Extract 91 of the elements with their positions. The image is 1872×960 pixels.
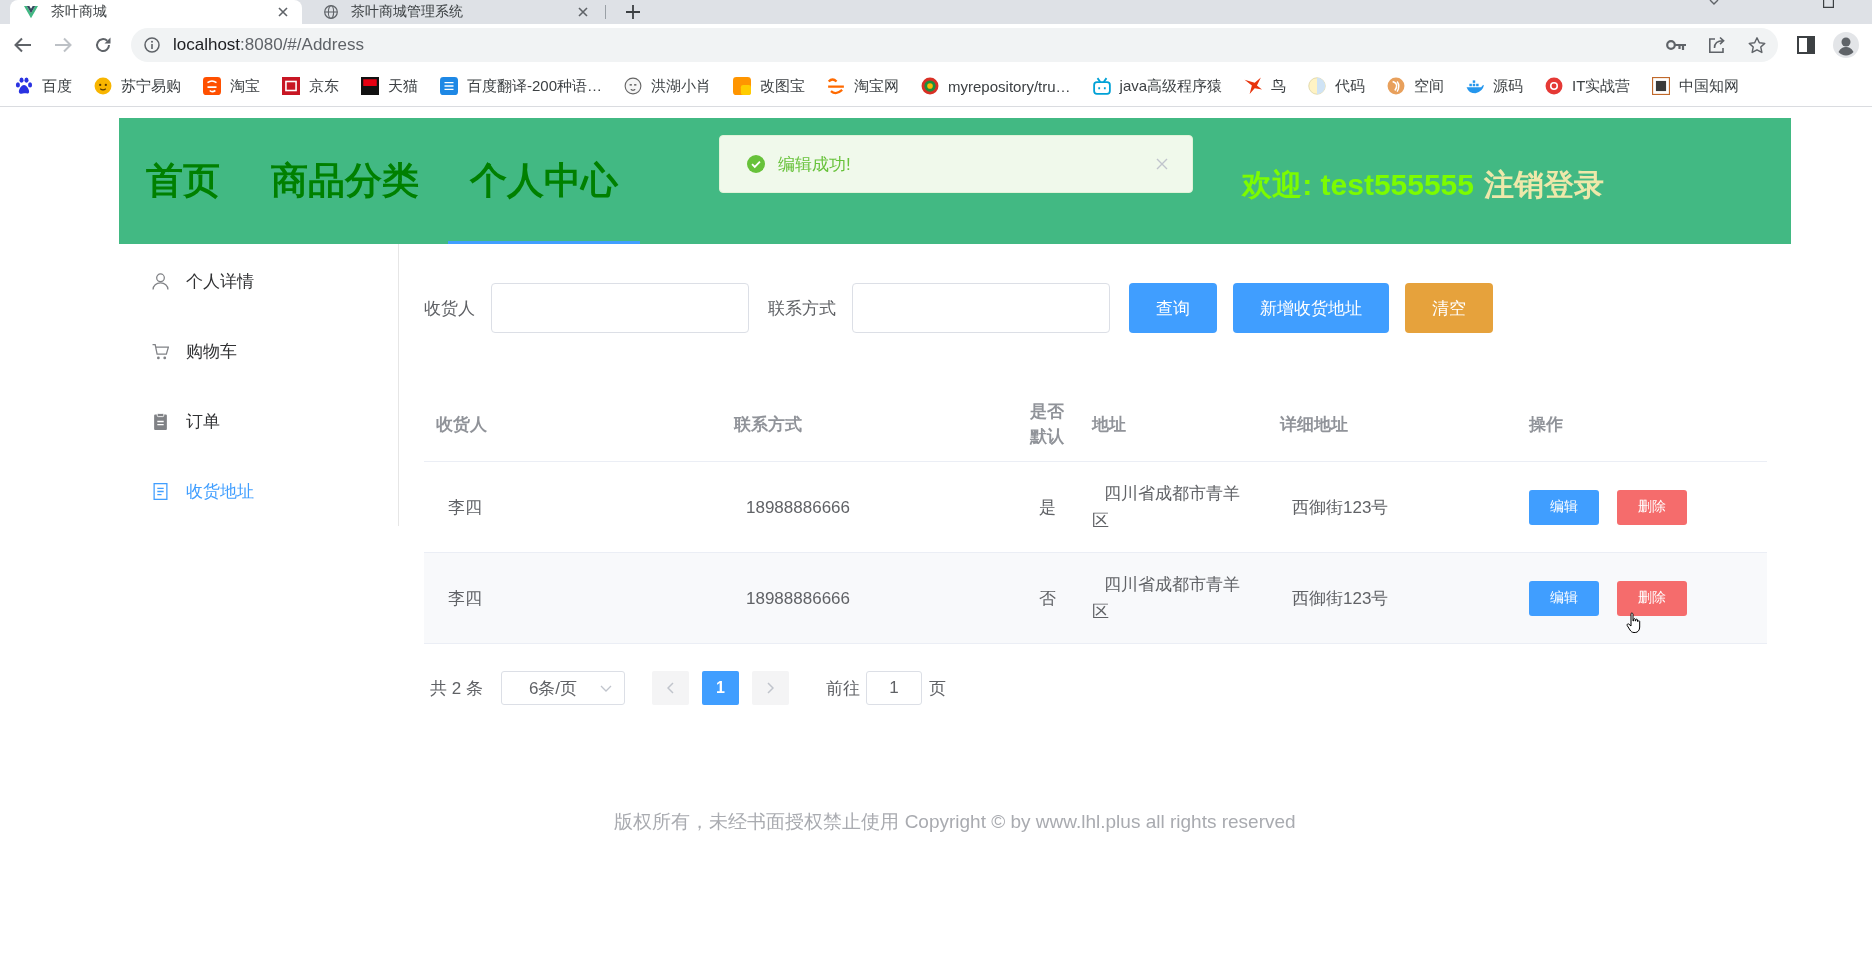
whale-icon [1466, 77, 1485, 95]
table-cell: 四川省成都市青羊区 [1080, 461, 1268, 553]
restore-icon[interactable] [1823, 0, 1834, 8]
address-bar[interactable]: localhost:8080/#/Address [131, 28, 1778, 62]
total-count: 共 2 条 [430, 677, 483, 700]
document-icon [152, 482, 169, 500]
table-cell: 西御街123号 [1268, 552, 1517, 644]
table-cell: 是 [1014, 461, 1080, 553]
column-header: 地址 [1080, 387, 1268, 462]
bookmark[interactable]: 百度 [9, 72, 78, 100]
bookmark[interactable]: 淘宝 [197, 72, 266, 100]
tv-icon [1092, 77, 1111, 95]
chevron-right-icon [766, 682, 774, 694]
close-icon[interactable] [278, 7, 288, 17]
bird-icon [1244, 77, 1263, 95]
bookmark[interactable]: java高级程序猿 [1086, 72, 1229, 100]
tile-icon [733, 77, 752, 95]
close-icon[interactable] [578, 7, 588, 17]
goto-label: 前往 [825, 677, 860, 700]
bookmark[interactable]: 百度翻译-200种语… [434, 72, 609, 100]
bookmark[interactable]: 淘宝网 [821, 72, 906, 100]
browser-tab[interactable]: 茶叶商城 [10, 0, 302, 24]
bookmark[interactable]: 洪湖小肖 [618, 72, 718, 100]
globe-icon [324, 5, 338, 19]
table-cell: 18988886666 [722, 461, 1014, 553]
face-icon [94, 77, 112, 95]
tile-icon [440, 77, 458, 95]
column-header: 收货人 [424, 387, 722, 462]
tile-icon [361, 77, 379, 95]
table-cell: 18988886666 [722, 552, 1014, 644]
bookmark[interactable]: 中国知网 [1646, 72, 1746, 100]
bookmark[interactable]: 代码 [1302, 72, 1372, 100]
check-circle-icon [747, 155, 765, 173]
concentric-circles-icon [921, 77, 940, 95]
clipboard-icon [152, 412, 169, 430]
key-icon[interactable] [1666, 39, 1686, 51]
plus-icon[interactable] [626, 5, 640, 19]
tile-icon [282, 77, 300, 95]
bookmark[interactable]: 京东 [276, 72, 345, 100]
paw-icon [15, 77, 33, 95]
column-header: 详细地址 [1268, 387, 1517, 462]
bookmark[interactable]: myrepository/tru… [915, 72, 1077, 100]
star-icon[interactable] [1748, 36, 1766, 54]
user-icon [152, 272, 169, 290]
page-input[interactable]: 1 [865, 671, 922, 705]
ring-icon [1545, 77, 1564, 95]
bookmark[interactable]: 苏宁易购 [88, 72, 187, 100]
copyright-text: 版权所有，未经书面授权禁止使用 Copyright © by www.lhl.plus all rights reserved [613, 810, 1297, 834]
squiggle-icon [827, 77, 846, 95]
column-header: 操作 [1517, 387, 1767, 462]
split-circle-icon [1308, 77, 1327, 95]
bookmark[interactable]: 源码 [1460, 72, 1530, 100]
side-panel-icon[interactable] [1797, 36, 1815, 54]
table-cell: 否 [1014, 552, 1080, 644]
table-cell: 李四 [424, 461, 722, 553]
menu-item[interactable]: 购物车 [119, 316, 398, 386]
sketch-face-icon [624, 77, 643, 95]
column-header: 联系方式 [722, 387, 1014, 462]
browser-tab[interactable]: 茶叶商城管理系统 [310, 0, 602, 24]
welcome-text: 欢迎: test555555 [1242, 166, 1474, 203]
field-label: 联系方式 [768, 297, 836, 320]
bookmark[interactable]: IT实战营 [1539, 72, 1637, 100]
info-icon[interactable] [144, 37, 160, 53]
chevron-down-icon [599, 684, 612, 692]
back-icon[interactable] [14, 36, 32, 54]
v-logo-icon [24, 5, 38, 19]
avatar-icon[interactable] [1833, 32, 1859, 58]
page-size-select[interactable]: 6条/页 [500, 671, 625, 705]
table-cell: 四川省成都市青羊区 [1080, 552, 1268, 644]
text-input[interactable] [491, 283, 749, 333]
text-input[interactable] [852, 283, 1110, 333]
chevron-left-icon [666, 682, 674, 694]
swirl-icon [1387, 77, 1406, 95]
table-cell: 李四 [424, 552, 722, 644]
field-label: 收货人 [424, 297, 475, 320]
message-text: 编辑成功! [778, 153, 851, 176]
reload-icon[interactable] [94, 36, 112, 54]
menu-item[interactable]: 个人详情 [119, 246, 398, 316]
page-suffix: 页 [928, 677, 946, 700]
menu-item[interactable]: 订单 [119, 386, 398, 456]
tile-icon [203, 77, 221, 95]
bookmark[interactable]: 改图宝 [727, 72, 812, 100]
table-cell: 西御街123号 [1268, 461, 1517, 553]
bookmark[interactable]: 空间 [1381, 72, 1451, 100]
share-icon[interactable] [1708, 36, 1726, 54]
cart-icon [152, 342, 169, 360]
tile-icon [1652, 77, 1671, 95]
bookmark[interactable]: 天猫 [355, 72, 424, 100]
chevron-down-icon[interactable] [1709, 0, 1719, 5]
bookmark[interactable]: 鸟 [1238, 72, 1293, 100]
column-header: 是否默认 [1014, 387, 1080, 462]
